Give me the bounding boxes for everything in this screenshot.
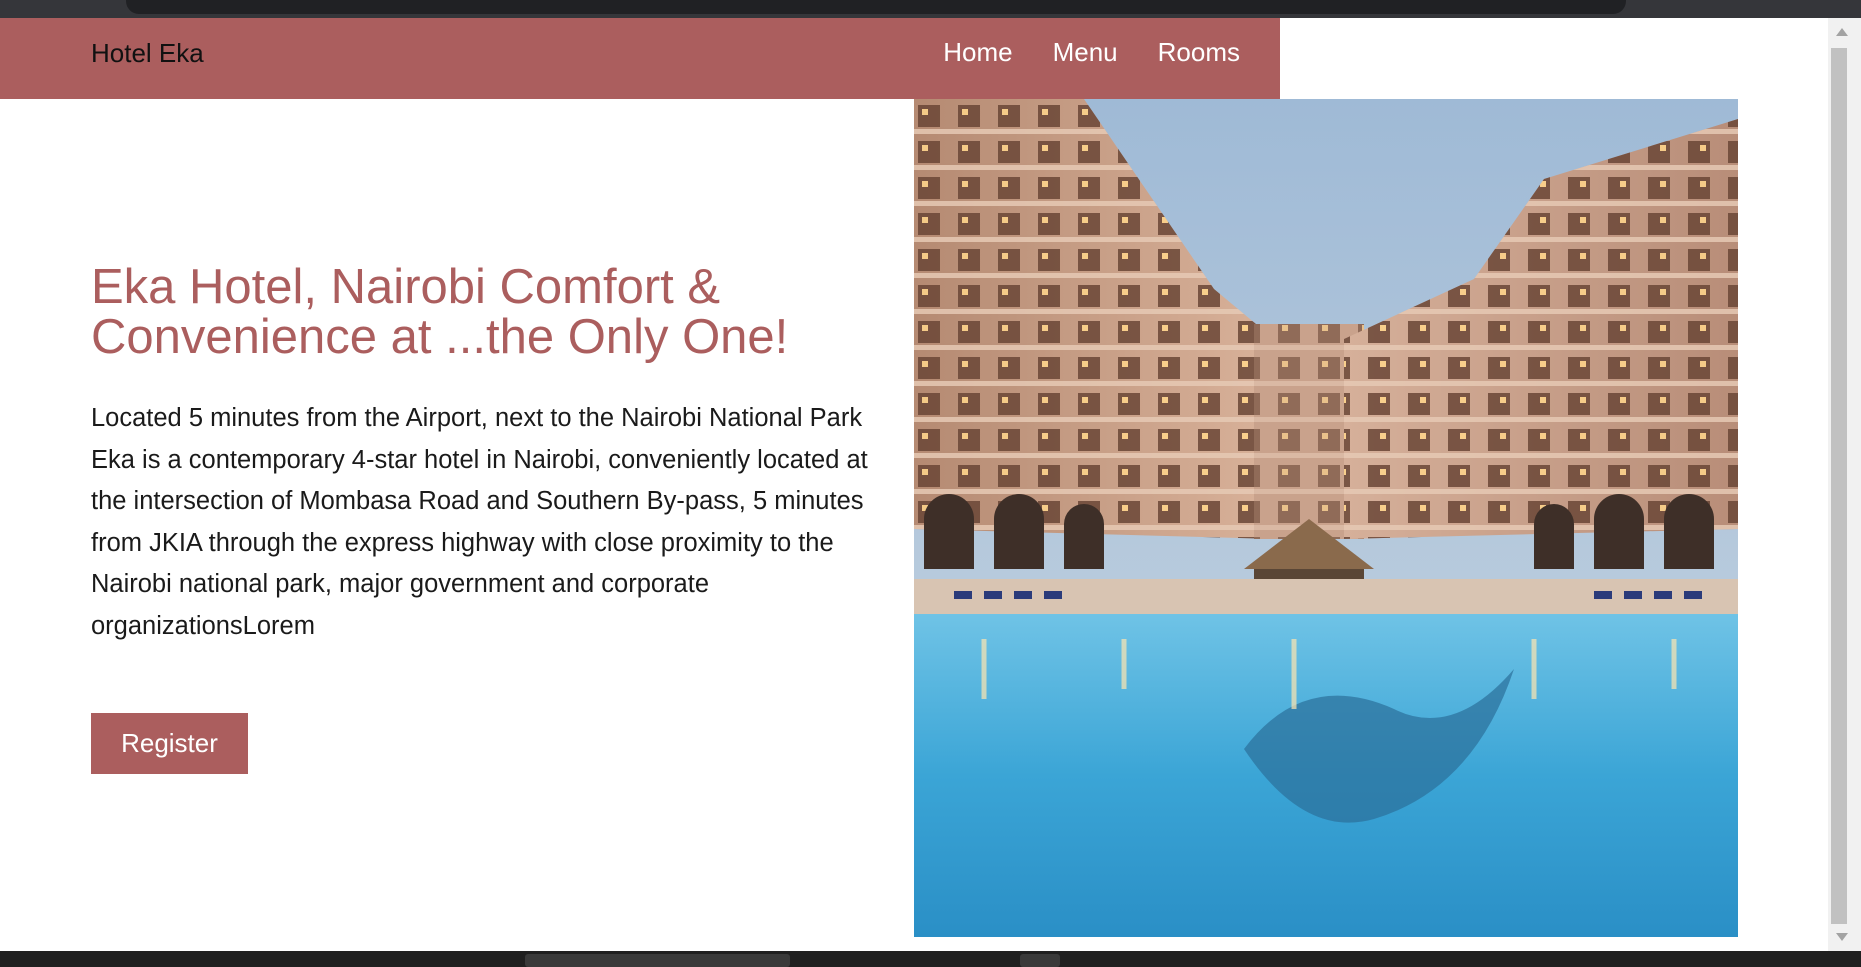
taskbar-app[interactable] xyxy=(1020,954,1060,967)
os-taskbar xyxy=(0,951,1861,967)
taskbar-search[interactable] xyxy=(525,954,790,967)
scroll-up-arrow-icon[interactable] xyxy=(1836,28,1848,36)
nav-link-home[interactable]: Home xyxy=(943,37,1012,68)
hero-title: Eka Hotel, Nairobi Comfort & Convenience… xyxy=(91,260,789,364)
scroll-down-arrow-icon[interactable] xyxy=(1836,933,1848,941)
navbar: Hotel Eka Home Menu Rooms xyxy=(0,18,1280,99)
register-button[interactable]: Register xyxy=(91,713,248,774)
page-viewport: Hotel Eka Home Menu Rooms Eka Hotel, Nai… xyxy=(0,18,1861,951)
nav-link-rooms[interactable]: Rooms xyxy=(1158,37,1240,68)
hotel-pool-image xyxy=(914,99,1738,937)
scrollbar-thumb[interactable] xyxy=(1831,48,1847,924)
browser-toolbar xyxy=(0,0,1861,18)
nav-link-menu[interactable]: Menu xyxy=(1053,37,1118,68)
page-scrollbar[interactable] xyxy=(1828,18,1861,951)
hero-description: Located 5 minutes from the Airport, next… xyxy=(91,404,868,640)
nav-links: Home Menu Rooms xyxy=(943,37,1240,68)
brand-logo-text[interactable]: Hotel Eka xyxy=(91,38,204,69)
address-bar[interactable] xyxy=(126,0,1626,14)
